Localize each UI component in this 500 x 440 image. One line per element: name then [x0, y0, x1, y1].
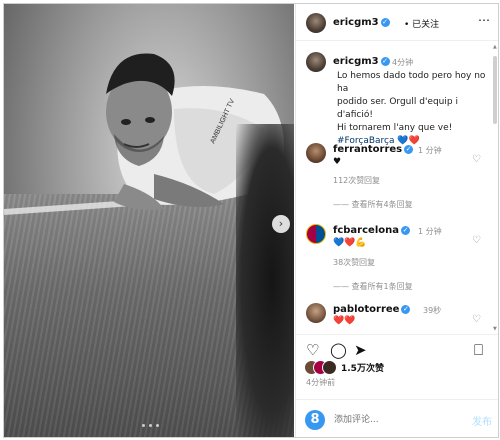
caption-line: podido ser. Orgull d'equip i d'afició!	[337, 97, 458, 120]
verified-icon: ✓	[401, 304, 411, 314]
more-icon[interactable]: ⋯	[478, 13, 490, 27]
carousel-dot	[149, 424, 152, 427]
photo-foreground-blur	[236, 124, 294, 437]
comment-text: ♥	[333, 157, 342, 167]
comment-avatar[interactable]	[306, 143, 326, 163]
caption-line: Hi tornarem l'any que ve!	[337, 123, 453, 133]
post-comment-button[interactable]: 发布	[472, 413, 492, 428]
next-image-button[interactable]: ›	[272, 215, 290, 233]
share-icon[interactable]: ➤	[354, 341, 367, 359]
post-header: ericgm3 ✓ • 已关注 ⋯	[296, 4, 498, 41]
reply-button[interactable]: 回复	[364, 175, 380, 186]
scrollbar-thumb[interactable]	[493, 56, 497, 124]
caption-time: 4分钟	[392, 58, 414, 67]
liker-avatars[interactable]	[304, 360, 344, 375]
likes-count[interactable]: 1.5万次赞	[341, 361, 384, 374]
comment-likes[interactable]: 112次赞	[333, 175, 364, 186]
caption-line: Lo hemos dado todo pero hoy no ha	[337, 71, 486, 94]
instagram-post-window: AMBILIGHT TV › ericgm3 ✓ • 已关注 ⋯ ericgm3 ✓…	[3, 3, 499, 438]
comment-input[interactable]	[332, 411, 466, 429]
carousel-dots	[142, 424, 159, 427]
avatar	[322, 360, 337, 375]
comment-avatar[interactable]	[306, 224, 326, 244]
verified-icon: ✓	[401, 225, 410, 235]
post-actions: ♡ ◯ ➤ ⎕ 1.5万次赞 4分钟前	[296, 334, 498, 393]
comment-text: 💙❤️💪	[333, 238, 367, 248]
comment-time: 1 分钟	[418, 146, 442, 155]
caption-author-username[interactable]: ericgm3 ✓	[333, 56, 390, 67]
post-side-panel: ericgm3 ✓ • 已关注 ⋯ ericgm3 ✓ 4分钟 Lo hemos d…	[295, 4, 498, 437]
carousel-dot	[156, 424, 159, 427]
save-icon[interactable]: ⎕	[474, 341, 483, 359]
verified-icon: ✓	[380, 17, 390, 27]
comment-time: 1 分钟	[418, 227, 442, 236]
comment-text: ❤️❤️	[333, 316, 356, 326]
comment-time: 39秒	[423, 306, 442, 315]
view-replies-button[interactable]: —— 查看所有4条回复	[333, 199, 413, 210]
caption-text: Lo hemos dado todo pero hoy no ha podido…	[337, 70, 495, 148]
carousel-dot	[142, 424, 145, 427]
view-replies-button[interactable]: —— 查看所有1条回复	[333, 281, 413, 292]
comment-username[interactable]: fcbarcelona ✓	[333, 225, 410, 236]
author-avatar[interactable]	[306, 13, 326, 33]
scroll-down-arrow[interactable]: ▼	[493, 326, 497, 332]
verified-icon: ✓	[404, 144, 414, 154]
heart-icon[interactable]: ♡	[306, 341, 319, 359]
scroll-up-arrow[interactable]: ▲	[493, 44, 497, 50]
heart-icon[interactable]: ♡	[472, 314, 481, 325]
add-comment-bar: 8 发布	[296, 399, 498, 437]
verified-icon: ✓	[380, 56, 390, 66]
reply-button[interactable]: 回复	[359, 257, 375, 268]
comment-username[interactable]: ferrantorres ✓	[333, 144, 414, 155]
comment-avatar[interactable]	[306, 303, 326, 323]
comment-icon[interactable]: ◯	[330, 341, 347, 359]
post-timestamp: 4分钟前	[306, 378, 336, 387]
caption-author-avatar[interactable]	[306, 52, 326, 72]
comment-likes[interactable]: 38次赞	[333, 257, 359, 268]
emoji-icon[interactable]: 8	[305, 410, 325, 430]
heart-icon[interactable]: ♡	[472, 154, 481, 165]
follow-status[interactable]: • 已关注	[404, 17, 439, 30]
comment-username[interactable]: pablotorree ✓	[333, 304, 411, 315]
comments-scrollbar[interactable]	[493, 52, 497, 326]
heart-icon[interactable]: ♡	[472, 235, 481, 246]
post-photo: AMBILIGHT TV ›	[4, 4, 294, 437]
author-username[interactable]: ericgm3 ✓	[333, 17, 390, 28]
